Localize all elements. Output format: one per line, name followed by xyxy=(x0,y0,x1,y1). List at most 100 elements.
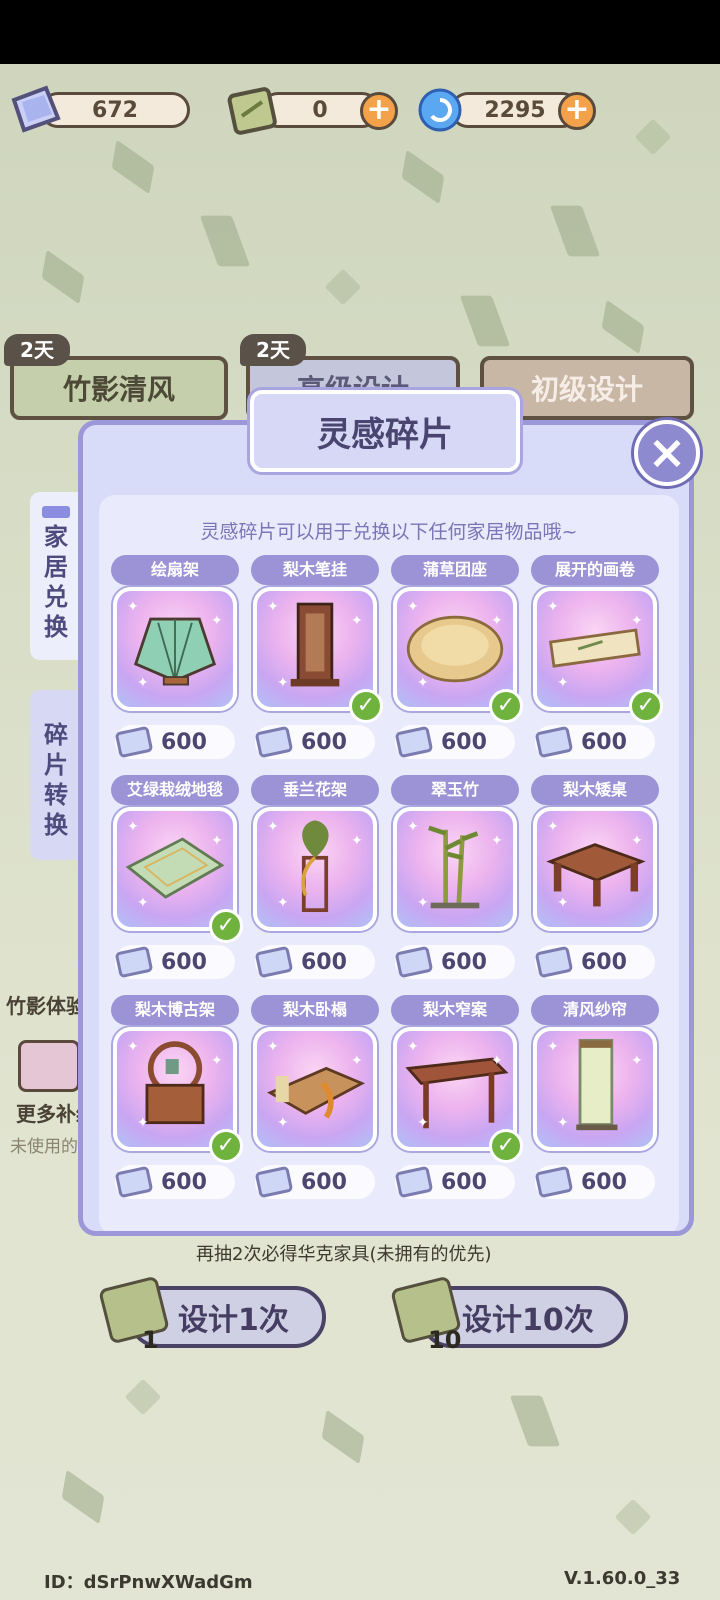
price-tag: 600 xyxy=(394,725,515,759)
leaf-decoration xyxy=(549,205,601,257)
close-icon[interactable]: × xyxy=(634,420,700,486)
price-value: 600 xyxy=(161,949,207,975)
furniture-card[interactable]: 蒲草团座 ✦ ✦ ✦ ✓ 600 xyxy=(391,555,523,765)
price-value: 600 xyxy=(301,949,347,975)
furniture-card[interactable]: 梨木矮桌 ✦ ✦ ✦ 600 xyxy=(531,775,659,985)
design-ten-count: 10 xyxy=(428,1326,462,1354)
furniture-image: ✦ ✦ ✦ xyxy=(393,807,517,931)
furniture-card[interactable]: 清风纱帘 ✦ ✦ ✦ 600 xyxy=(531,995,659,1205)
price-tag: 600 xyxy=(534,1165,655,1199)
fragment-icon xyxy=(254,725,294,759)
furniture-name: 梨木卧榻 xyxy=(251,995,379,1025)
furniture-card[interactable]: 垂兰花架 ✦ ✦ ✦ 600 xyxy=(251,775,379,985)
furniture-image: ✦ ✦ ✦ xyxy=(253,807,377,931)
leaf-decoration xyxy=(509,1395,561,1447)
leaf-decoration xyxy=(614,1498,652,1536)
price-value: 600 xyxy=(581,729,627,755)
furniture-name: 梨木矮桌 xyxy=(531,775,659,805)
price-tag: 600 xyxy=(534,945,655,979)
furniture-card[interactable]: 翠玉竹 ✦ ✦ ✦ 600 xyxy=(391,775,519,985)
ticket-count-value: 0 xyxy=(312,97,328,123)
price-tag: 600 xyxy=(254,1165,375,1199)
furniture-name: 展开的画卷 xyxy=(531,555,659,585)
leaf-decoration xyxy=(601,299,645,355)
popup-content: 灵感碎片可以用于兑换以下任何家居物品哦~ 绘扇架 ✦ ✦ ✦ 600 梨木笔挂 ✦ ✦ ✦ ✓ 60… xyxy=(99,495,679,1231)
price-value: 600 xyxy=(441,1169,487,1195)
add-gem-button[interactable]: + xyxy=(558,92,596,130)
leaf-decoration xyxy=(324,268,362,306)
furniture-name: 清风纱帘 xyxy=(531,995,659,1025)
fragment-icon xyxy=(114,1165,154,1199)
days-badge: 2天 xyxy=(4,334,70,366)
furniture-card[interactable]: 梨木窄案 ✦ ✦ ✦ ✓ 600 xyxy=(391,995,523,1205)
design-once-label: 设计1次 xyxy=(178,1303,289,1338)
furniture-image: ✦ ✦ ✦ xyxy=(533,807,657,931)
unused-label: 未使用的 xyxy=(10,1137,78,1157)
design-ten-label: 设计10次 xyxy=(462,1303,594,1338)
days-badge: 2天 xyxy=(240,334,306,366)
fragment-exchange-popup: 灵感碎片可以用于兑换以下任何家居物品哦~ 绘扇架 ✦ ✦ ✦ 600 梨木笔挂 ✦ ✦ ✦ ✓ 60… xyxy=(78,420,694,1236)
furniture-card[interactable]: 梨木卧榻 ✦ ✦ ✦ 600 xyxy=(251,995,379,1205)
price-value: 600 xyxy=(301,1169,347,1195)
furniture-card[interactable]: 绘扇架 ✦ ✦ ✦ 600 xyxy=(111,555,239,765)
furniture-name: 蒲草团座 xyxy=(391,555,519,585)
side-tab-label: 家居兑换 xyxy=(44,523,68,641)
owned-check-icon: ✓ xyxy=(209,909,243,943)
banner-tab-label: 竹影清风 xyxy=(62,373,175,406)
fragment-icon xyxy=(254,945,294,979)
fragment-icon xyxy=(394,725,434,759)
owned-check-icon: ✓ xyxy=(209,1129,243,1163)
price-value: 600 xyxy=(441,729,487,755)
side-tab-fragment-convert[interactable]: 碎片转换 xyxy=(30,690,82,860)
leaf-decoration xyxy=(459,295,511,347)
price-value: 600 xyxy=(581,949,627,975)
sofa-icon xyxy=(42,506,70,518)
add-ticket-button[interactable]: + xyxy=(360,92,398,130)
swirl-gem-icon xyxy=(418,88,462,132)
furniture-card[interactable]: 梨木博古架 ✦ ✦ ✦ ✓ 600 xyxy=(111,995,243,1205)
leaf-decoration xyxy=(321,1409,365,1465)
side-tab-label: 碎片转换 xyxy=(44,721,68,839)
owned-check-icon: ✓ xyxy=(489,1129,523,1163)
ticket-icon xyxy=(227,87,277,135)
furniture-card[interactable]: 艾绿栽绒地毯 ✦ ✦ ✦ ✓ 600 xyxy=(111,775,243,985)
event-label: 竹影体验 xyxy=(6,994,86,1018)
player-id: ID：dSrPnwXWadGm xyxy=(44,1572,253,1593)
owned-check-icon: ✓ xyxy=(489,689,523,723)
price-tag: 600 xyxy=(254,725,375,759)
price-tag: 600 xyxy=(534,725,655,759)
price-value: 600 xyxy=(581,1169,627,1195)
leaf-decoration xyxy=(41,249,85,305)
furniture-name: 梨木窄案 xyxy=(391,995,519,1025)
fragment-icon xyxy=(114,945,154,979)
leaf-decoration xyxy=(111,139,155,195)
furniture-name: 垂兰花架 xyxy=(251,775,379,805)
fragment-icon xyxy=(534,1165,574,1199)
furniture-card[interactable]: 展开的画卷 ✦ ✦ ✦ ✓ 600 xyxy=(531,555,663,765)
price-value: 600 xyxy=(161,729,207,755)
fragment-icon xyxy=(394,945,434,979)
furniture-card[interactable]: 梨木笔挂 ✦ ✦ ✦ ✓ 600 xyxy=(251,555,383,765)
furniture-name: 梨木笔挂 xyxy=(251,555,379,585)
fragment-icon xyxy=(11,85,61,133)
side-tab-furniture-exchange[interactable]: 家居兑换 xyxy=(30,492,82,660)
price-tag: 600 xyxy=(114,725,235,759)
price-value: 600 xyxy=(441,949,487,975)
leaf-decoration xyxy=(199,215,251,267)
furniture-image: ✦ ✦ ✦ xyxy=(113,587,237,711)
gift-box-icon[interactable] xyxy=(18,1040,80,1092)
furniture-name: 梨木博古架 xyxy=(111,995,239,1025)
fragment-icon xyxy=(534,945,574,979)
price-value: 600 xyxy=(161,1169,207,1195)
banner-tab-label: 初级设计 xyxy=(530,373,643,406)
furniture-name: 翠玉竹 xyxy=(391,775,519,805)
fragment-icon xyxy=(114,725,154,759)
currency-bar: 672 0 + 2295 + xyxy=(0,76,720,146)
owned-check-icon: ✓ xyxy=(349,689,383,723)
furniture-name: 艾绿栽绒地毯 xyxy=(111,775,239,805)
price-tag: 600 xyxy=(254,945,375,979)
furniture-image: ✦ ✦ ✦ xyxy=(533,1027,657,1151)
pity-hint: 再抽2次必得华克家具(未拥有的优先) xyxy=(196,1244,492,1265)
owned-check-icon: ✓ xyxy=(629,689,663,723)
fragment-count-value: 672 xyxy=(92,97,138,123)
